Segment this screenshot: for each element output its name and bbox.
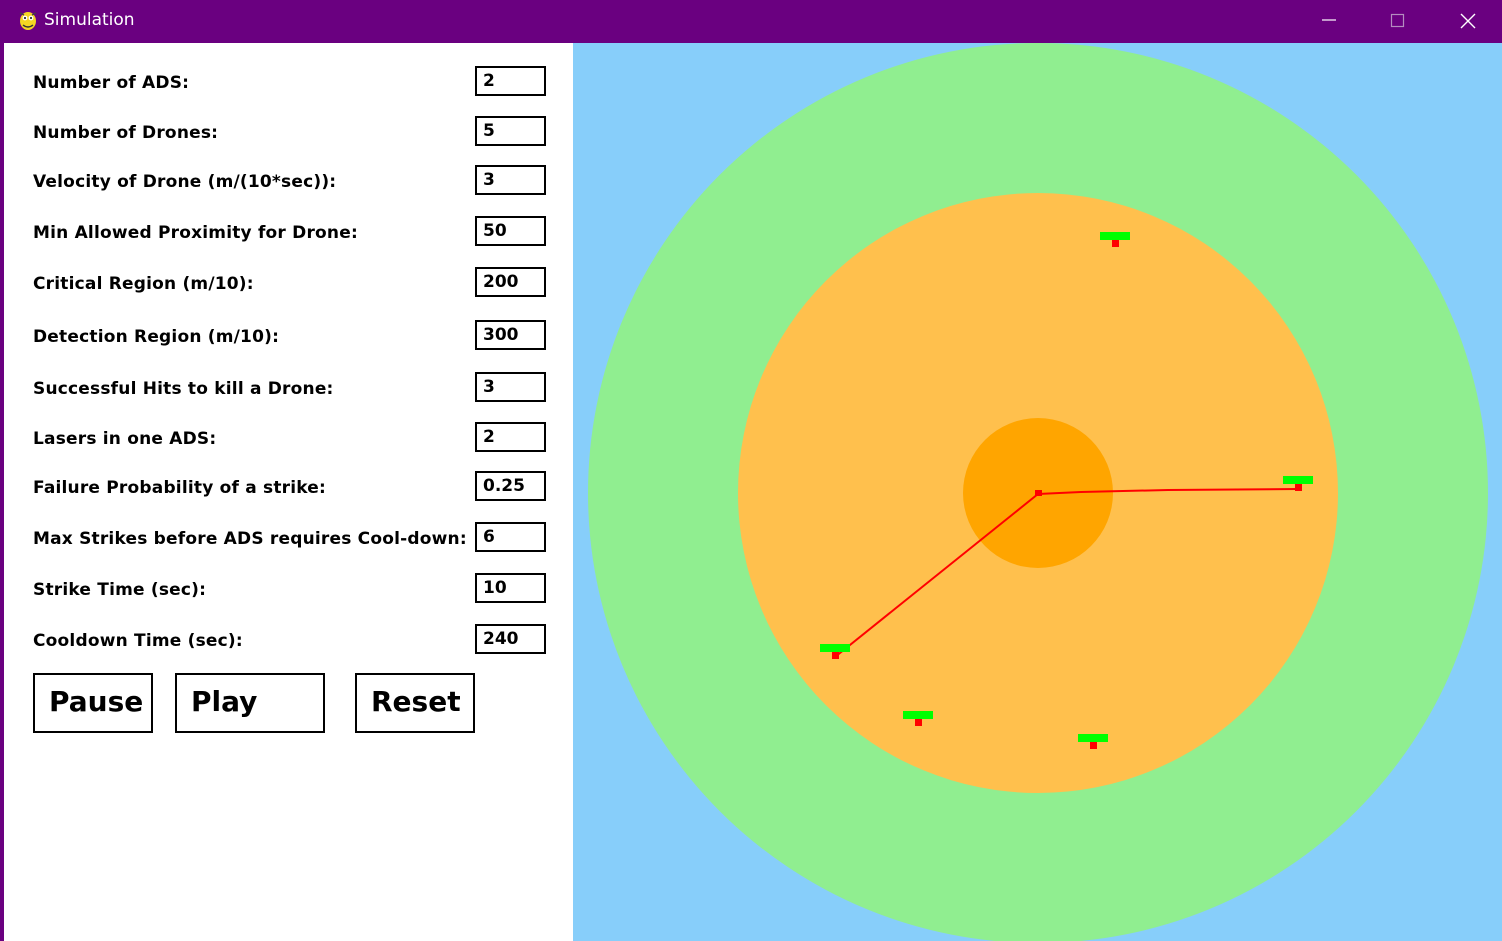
input-critical-region[interactable] <box>475 267 546 297</box>
client-area: Number of ADS: Number of Drones: Velocit… <box>4 43 1502 941</box>
close-button[interactable] <box>1433 0 1502 42</box>
ads-marker <box>1035 490 1042 496</box>
input-max-strikes[interactable] <box>475 522 546 552</box>
pause-button[interactable]: Pause <box>33 673 153 733</box>
drone-body <box>1112 240 1119 247</box>
play-button[interactable]: Play <box>175 673 325 733</box>
drone-health-bar <box>1100 232 1130 240</box>
input-hits-to-kill[interactable] <box>475 372 546 402</box>
drone-body <box>1295 484 1302 491</box>
maximize-button[interactable] <box>1363 0 1433 42</box>
input-min-proximity[interactable] <box>475 216 546 246</box>
input-cooldown-time[interactable] <box>475 624 546 654</box>
window-title: Simulation <box>44 10 135 30</box>
drone-body <box>915 719 922 726</box>
input-lasers-per-ads[interactable] <box>475 422 546 452</box>
input-drone-velocity[interactable] <box>475 165 546 195</box>
title-bar[interactable]: Simulation <box>0 0 1502 42</box>
reset-button[interactable]: Reset <box>355 673 475 733</box>
close-icon <box>1460 13 1476 29</box>
label-number-of-drones: Number of Drones: <box>33 123 219 143</box>
pygame-snake-icon <box>17 8 39 32</box>
input-number-of-drones[interactable] <box>475 116 546 146</box>
drone-health-bar <box>1078 734 1108 742</box>
input-detection-region[interactable] <box>475 320 546 350</box>
input-number-of-ads[interactable] <box>475 66 546 96</box>
simulation-canvas <box>573 43 1502 941</box>
input-strike-time[interactable] <box>475 573 546 603</box>
simulation-view <box>588 43 1488 941</box>
minimize-button[interactable] <box>1294 0 1364 42</box>
label-hits-to-kill: Successful Hits to kill a Drone: <box>33 379 334 399</box>
label-failure-probability: Failure Probability of a strike: <box>33 478 327 498</box>
label-min-proximity: Min Allowed Proximity for Drone: <box>33 223 358 243</box>
label-strike-time: Strike Time (sec): <box>33 580 207 600</box>
label-max-strikes: Max Strikes before ADS requires Cool-dow… <box>33 529 467 549</box>
parameters-panel: Number of ADS: Number of Drones: Velocit… <box>4 43 573 941</box>
minimize-icon <box>1322 19 1336 21</box>
label-number-of-ads: Number of ADS: <box>33 73 190 93</box>
label-lasers-per-ads: Lasers in one ADS: <box>33 429 217 449</box>
drone-health-bar <box>1283 476 1313 484</box>
label-detection-region: Detection Region (m/10): <box>33 327 280 347</box>
input-failure-probability[interactable] <box>475 471 546 501</box>
drone-health-bar <box>820 644 850 652</box>
label-critical-region: Critical Region (m/10): <box>33 274 254 294</box>
drone-body <box>1090 742 1097 749</box>
drone-health-bar <box>903 711 933 719</box>
maximize-icon <box>1390 13 1405 28</box>
label-drone-velocity: Velocity of Drone (m/(10*sec)): <box>33 172 337 192</box>
label-cooldown-time: Cooldown Time (sec): <box>33 631 243 651</box>
drone-body <box>832 652 839 659</box>
